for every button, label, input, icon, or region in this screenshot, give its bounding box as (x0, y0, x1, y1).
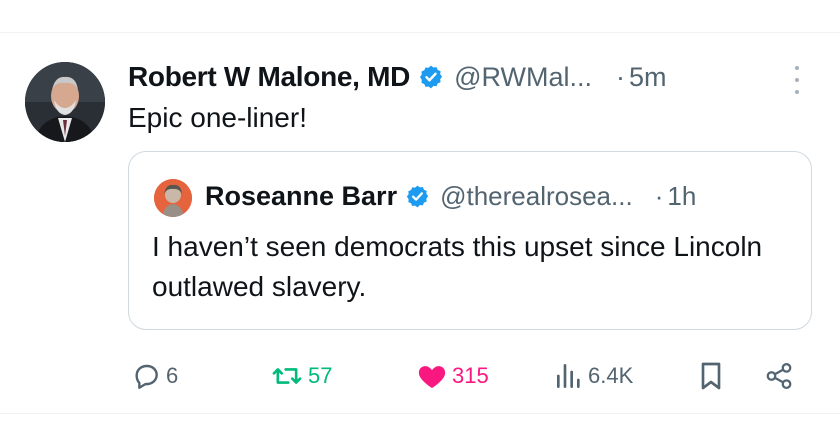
quoted-post[interactable]: Roseanne Barr @therealrosea... · 1h I ha… (128, 151, 812, 330)
quoted-author-name[interactable]: Roseanne Barr (205, 181, 397, 212)
top-divider (0, 32, 840, 33)
reply-icon (130, 360, 162, 392)
repost-count: 57 (308, 363, 333, 388)
views-button[interactable]: 6.4K (554, 356, 633, 396)
author-handle[interactable]: @RWMal... (454, 62, 592, 93)
views-count: 6.4K (588, 363, 634, 388)
action-bar: 6 57 315 6.4K (130, 356, 810, 396)
bottom-divider (0, 413, 840, 414)
like-count: 315 (452, 363, 489, 388)
bookmark-button[interactable] (696, 356, 726, 396)
share-icon (764, 360, 794, 392)
author-name[interactable]: Robert W Malone, MD (128, 61, 410, 93)
like-button[interactable]: 315 (416, 356, 489, 396)
reply-button[interactable]: 6 (130, 356, 178, 396)
separator-dot: · (654, 180, 664, 211)
views-icon (554, 360, 584, 392)
repost-button[interactable]: 57 (270, 356, 332, 396)
quoted-post-header: Roseanne Barr @therealrosea... · 1h (205, 176, 696, 216)
post-time[interactable]: 5m (629, 62, 667, 93)
bookmark-icon (696, 360, 726, 392)
repost-icon (270, 360, 304, 392)
separator-dot: · (616, 61, 625, 92)
quoted-author-avatar[interactable] (154, 179, 192, 217)
author-avatar[interactable] (25, 62, 105, 142)
post-text: Epic one-liner! (128, 102, 307, 133)
like-icon (416, 360, 448, 392)
verified-badge-icon (405, 184, 430, 209)
quoted-post-text: I haven’t seen democrats this upset sinc… (152, 231, 763, 302)
quoted-post-time[interactable]: 1h (667, 181, 696, 212)
quoted-author-handle[interactable]: @therealrosea... (440, 181, 633, 212)
more-icon[interactable] (790, 66, 804, 94)
post-header: Robert W Malone, MD @RWMal... · 5m (128, 57, 667, 97)
share-button[interactable] (764, 356, 794, 396)
reply-count: 6 (166, 363, 179, 388)
verified-badge-icon (418, 64, 444, 90)
